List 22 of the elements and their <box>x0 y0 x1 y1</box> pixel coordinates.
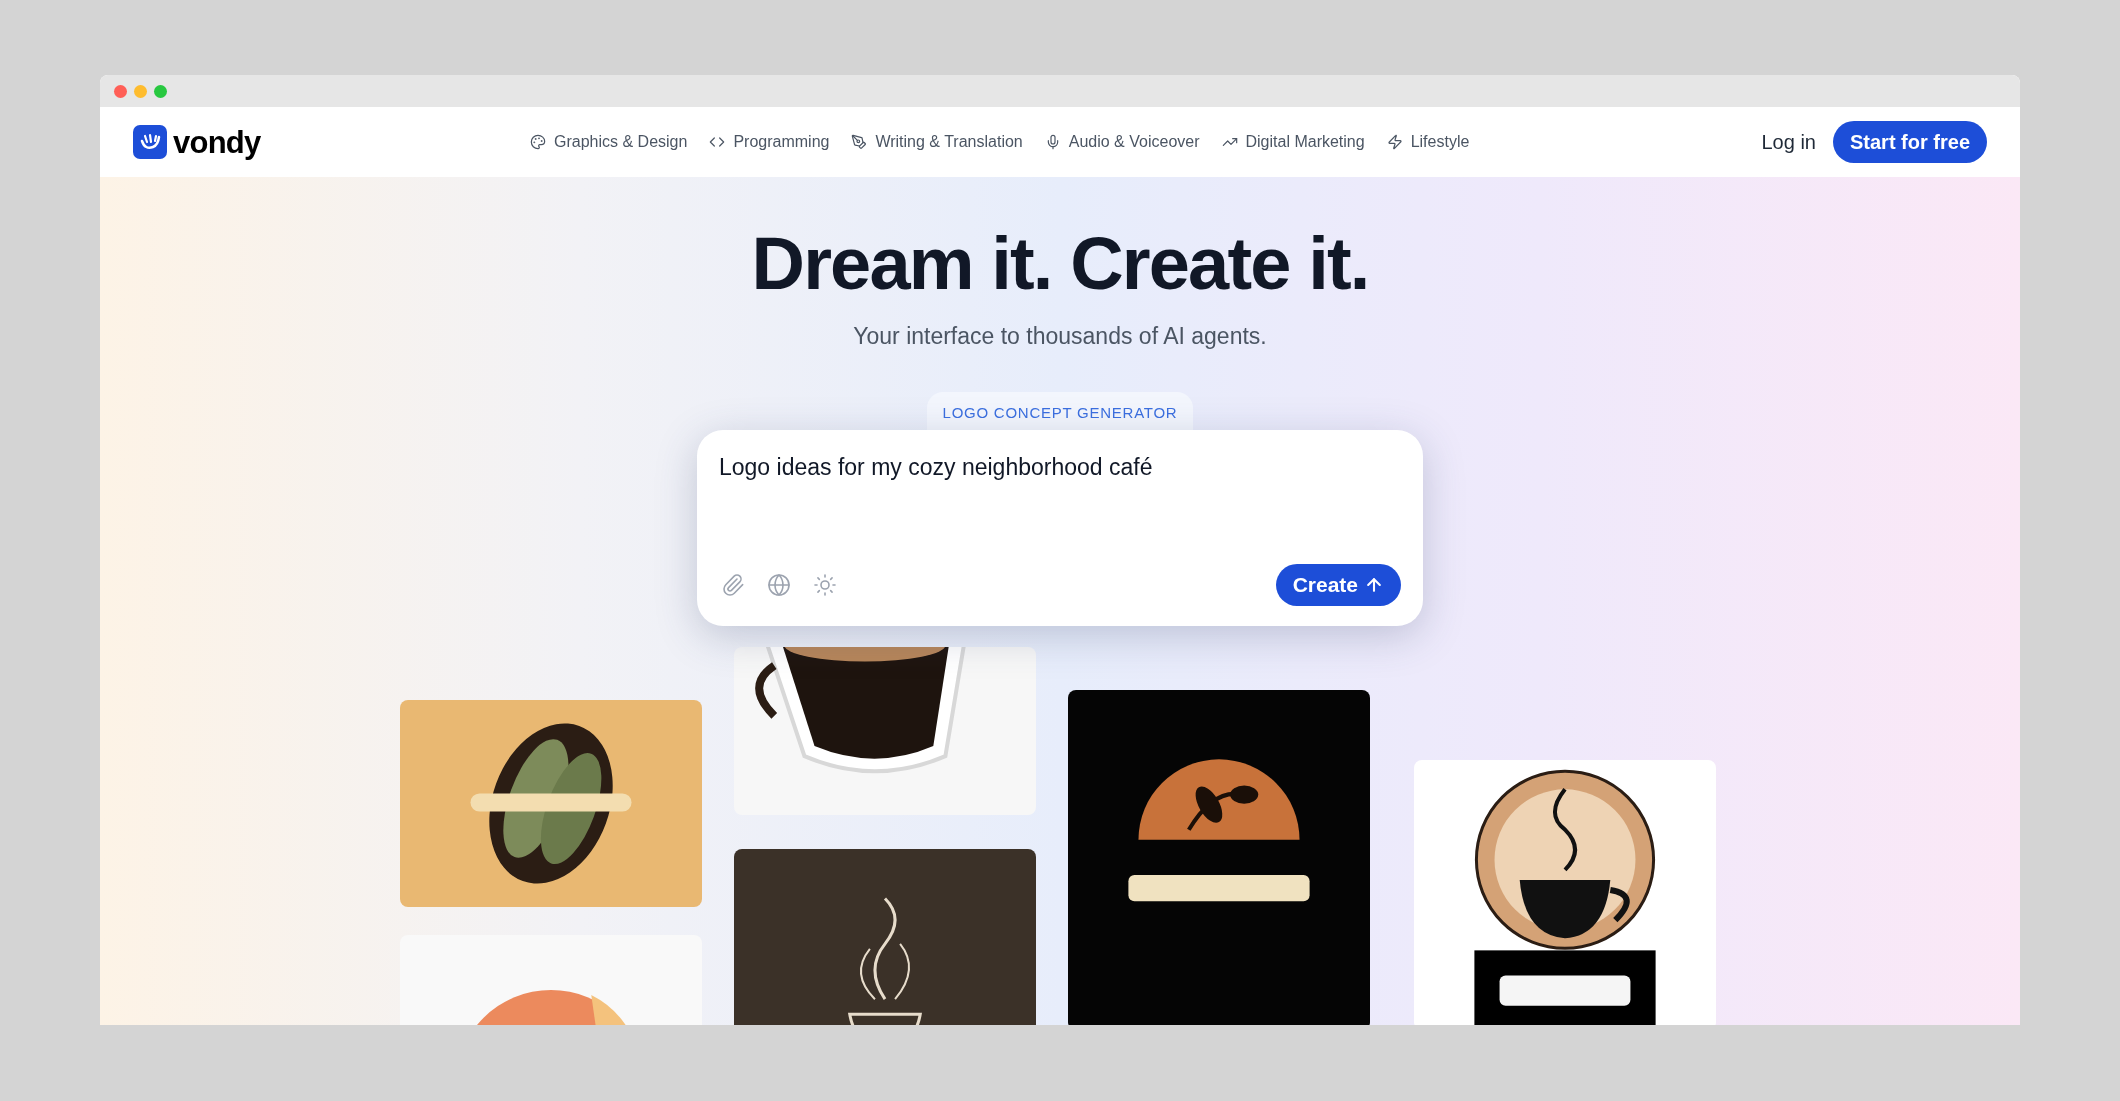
login-link[interactable]: Log in <box>1761 127 1816 157</box>
create-button[interactable]: Create <box>1275 563 1401 606</box>
nav-link[interactable]: Lifestyle <box>1386 130 1470 154</box>
nav-link[interactable]: Graphics & Design <box>530 130 688 154</box>
signup-button[interactable]: Start for free <box>1832 121 1987 163</box>
attach-icon[interactable] <box>721 572 745 597</box>
nav-link[interactable]: Digital Marketing <box>1221 130 1365 154</box>
logo-icon <box>133 125 167 159</box>
lightning-icon <box>1386 134 1403 150</box>
prompt-field[interactable]: Logo ideas for my cozy neighborhood café <box>719 449 1401 484</box>
hero-subtitle: Your interface to thousands of AI agents. <box>853 322 1267 351</box>
nav-link[interactable]: Writing & Translation <box>851 130 1023 154</box>
code-icon <box>709 134 726 150</box>
nav-link[interactable]: Programming <box>709 130 830 154</box>
pen-icon <box>851 134 868 150</box>
palette-icon <box>530 134 546 150</box>
nav-link[interactable]: Audio & Voiceover <box>1044 130 1200 154</box>
brand-name[interactable]: vondy <box>173 126 261 158</box>
generator-tag: LOGO CONCEPT GENERATOR <box>926 391 1194 430</box>
globe-icon[interactable] <box>767 572 791 597</box>
hero-title: Dream it. Create it. <box>751 227 1369 301</box>
sun-icon[interactable] <box>813 572 837 597</box>
